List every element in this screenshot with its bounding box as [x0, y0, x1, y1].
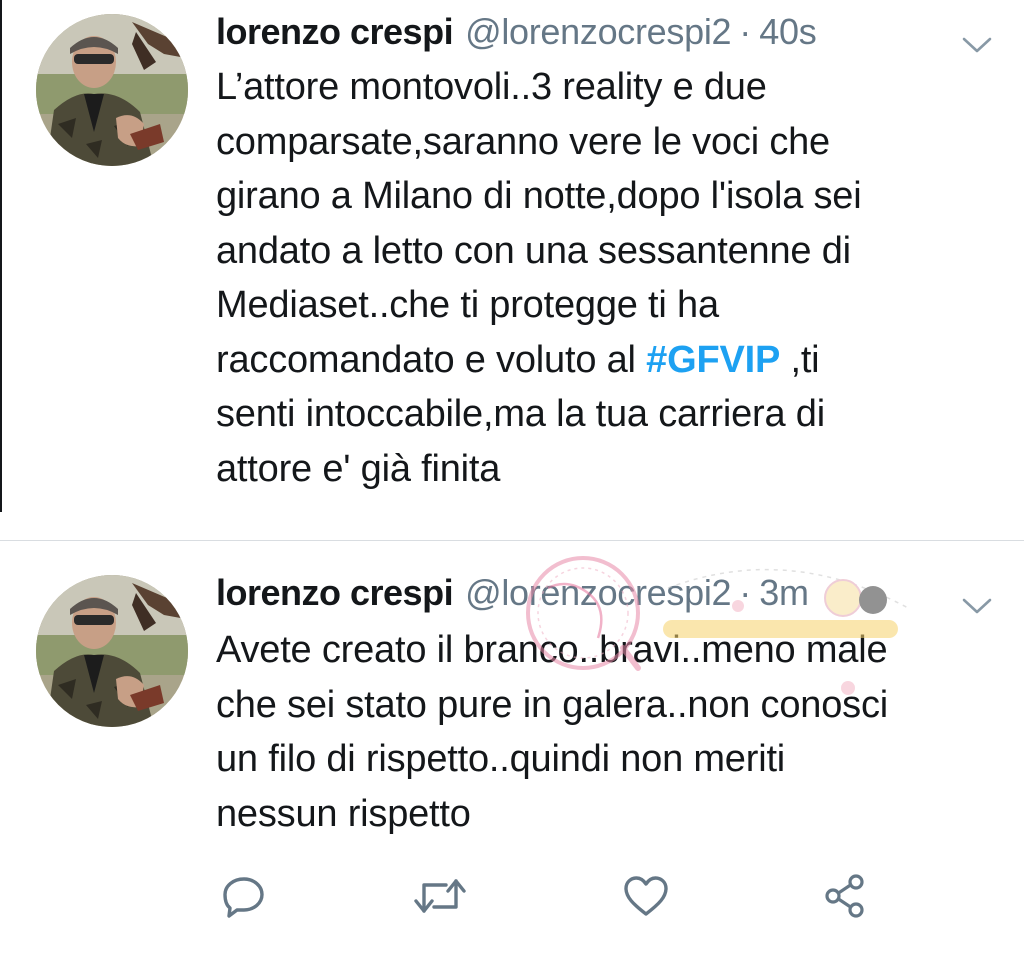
tweet[interactable]: lorenzo crespi @lorenzocrespi2 · 3m Avet…	[0, 541, 1024, 955]
tweet-text-line: comparsate,saranno vere le voci che	[216, 120, 830, 163]
tweet-text-line: girano a Milano di notte,dopo l'isola se…	[216, 175, 862, 217]
tweet[interactable]: lorenzo crespi @lorenzocrespi2 · 40s L’a…	[0, 0, 1024, 540]
share-icon	[825, 874, 864, 918]
reply-icon	[223, 877, 264, 918]
avatar-photo	[36, 14, 188, 166]
user-handle[interactable]: @lorenzocrespi2	[465, 10, 731, 54]
tweet-timestamp[interactable]: 40s	[759, 10, 816, 54]
retweet-icon	[414, 879, 466, 913]
tweet-text-line: ,ti	[780, 338, 820, 381]
header-separator: ·	[739, 572, 752, 613]
tweet-text-line: un filo di rispetto..quindi non meriti	[216, 738, 786, 780]
chevron-down-icon[interactable]	[960, 22, 994, 53]
display-name[interactable]: lorenzo crespi	[216, 571, 454, 615]
avatar[interactable]	[36, 14, 188, 166]
tweet-text-line: che sei stato pure in galera..non conosc…	[216, 683, 888, 726]
tweet-text: L’attore montovoli..3 reality e due comp…	[216, 60, 1006, 496]
tweet-text-line: Mediaset..che ti protegge ti ha	[216, 284, 719, 326]
tweet-timestamp[interactable]: 3m	[759, 571, 809, 615]
avatar-photo	[36, 575, 188, 727]
tweet-text-line: andato a letto con una sessantenne di	[216, 229, 851, 272]
tweet-text: Avete creato il branco..bravi..meno male…	[216, 623, 1006, 841]
avatar[interactable]	[36, 575, 188, 727]
tweet-text-line: nessun rispetto	[216, 792, 471, 835]
tweet-actions	[216, 868, 896, 928]
heart-icon	[624, 876, 668, 916]
hashtag-link[interactable]: #GFVIP	[646, 339, 780, 381]
tweet-header: lorenzo crespi @lorenzocrespi2 · 3m	[216, 571, 994, 615]
tweet-text-line: attore e' già finita	[216, 447, 501, 490]
tweet-text-line: senti intoccabile,ma la tua carriera di	[216, 393, 825, 435]
user-handle[interactable]: @lorenzocrespi2	[465, 571, 731, 615]
display-name[interactable]: lorenzo crespi	[216, 10, 454, 54]
tweet-text-line: raccomandato e voluto al	[216, 338, 647, 381]
tweet-text-line: Avete creato il branco..bravi..meno male	[216, 629, 888, 671]
like-button[interactable]	[618, 868, 674, 924]
tweet-header: lorenzo crespi @lorenzocrespi2 · 40s	[216, 10, 994, 54]
share-button[interactable]	[818, 868, 874, 924]
reply-button[interactable]	[216, 868, 272, 924]
header-separator: ·	[739, 11, 752, 52]
chevron-down-icon[interactable]	[960, 583, 994, 614]
tweet-text-line: L’attore montovoli..3 reality e due	[216, 66, 767, 108]
retweet-button[interactable]	[412, 868, 468, 924]
